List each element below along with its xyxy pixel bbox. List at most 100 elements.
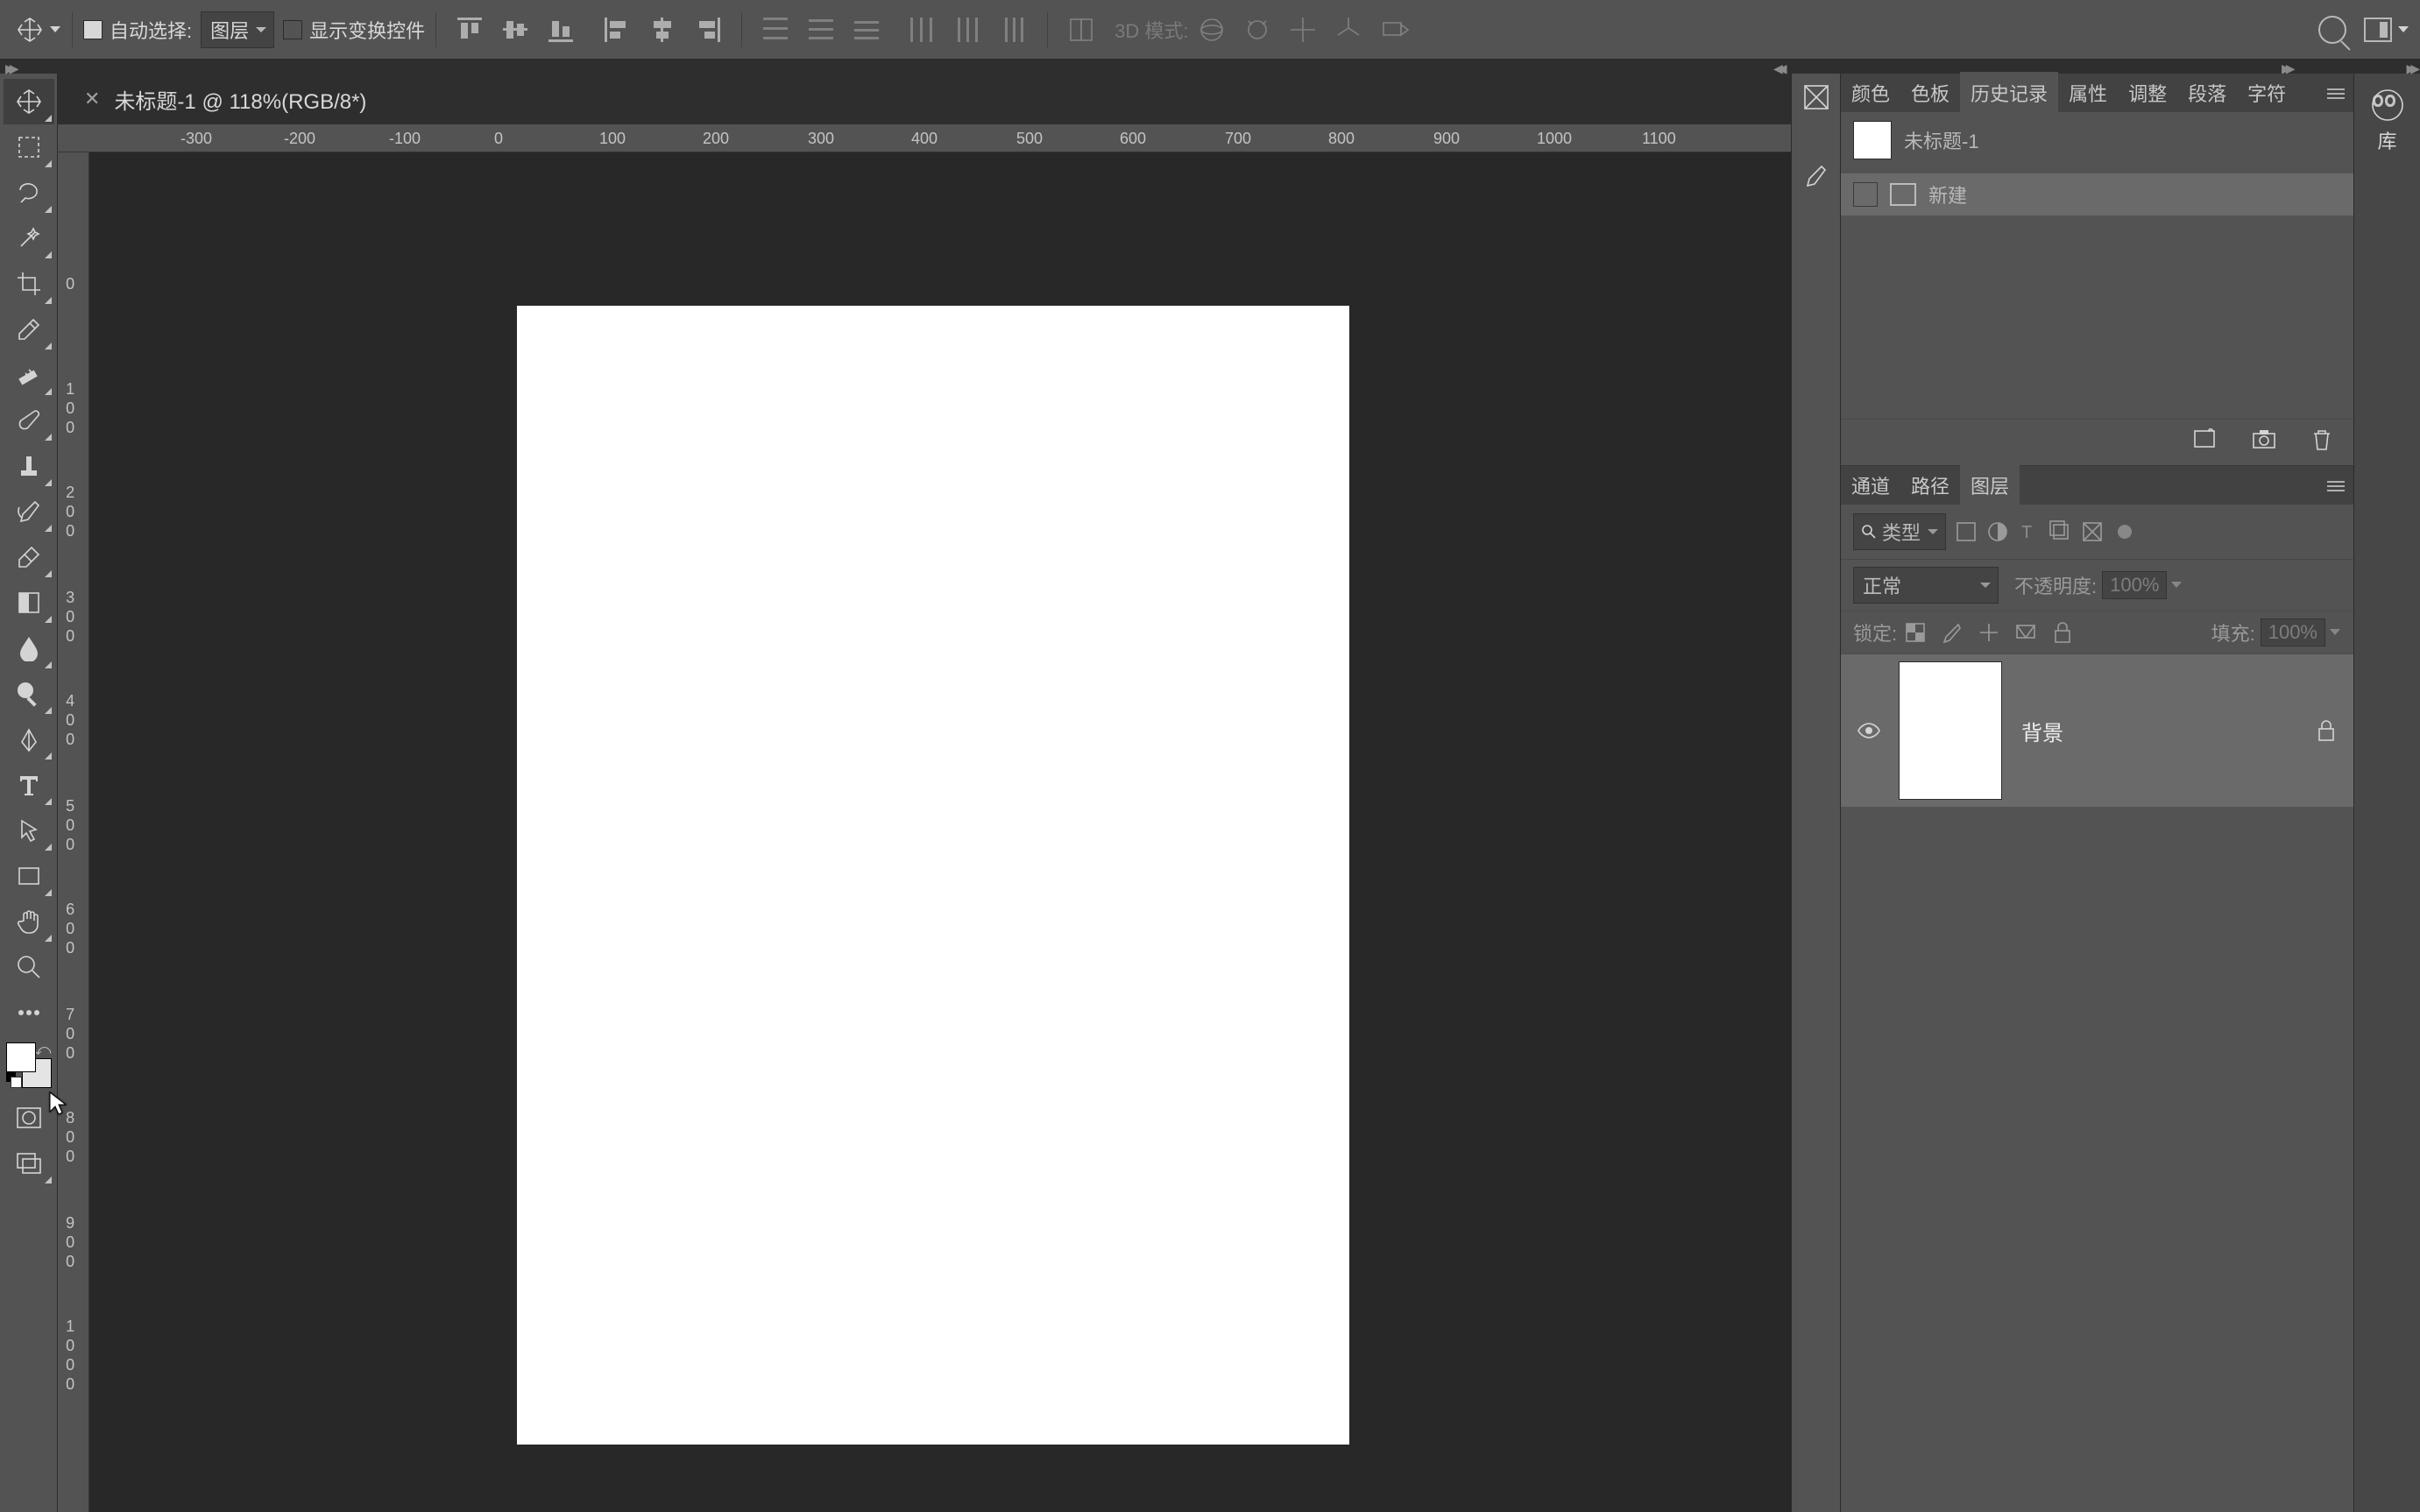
lock-paint-icon[interactable] xyxy=(1941,621,1964,644)
ruler-horizontal[interactable]: -300-200-1000100200300400500600700800900… xyxy=(58,124,1791,152)
panel-tab[interactable]: 字符 xyxy=(2237,72,2296,112)
brush-presets-icon[interactable] xyxy=(1802,163,1830,189)
color-swatches[interactable]: ⤺ xyxy=(4,1041,53,1090)
quick-mask-tool[interactable] xyxy=(4,1095,54,1141)
history-item[interactable]: 新建 xyxy=(1841,173,2353,215)
layer-thumb[interactable] xyxy=(1899,661,2002,800)
mode3d-label: 3D 模式: xyxy=(1114,16,1188,44)
lasso-tool[interactable] xyxy=(4,170,54,215)
panel-menu-icon[interactable] xyxy=(2327,478,2345,494)
distribute-bottom-icon xyxy=(851,14,882,46)
dodge-tool[interactable] xyxy=(4,671,54,717)
clone-stamp-tool[interactable] xyxy=(4,443,54,489)
align-left-icon[interactable] xyxy=(601,14,633,46)
panel-stack: 颜色色板历史记录属性调整段落字符 未标题-1 新建 xyxy=(1840,74,2353,1512)
cc-libraries-icon[interactable] xyxy=(2369,89,2406,121)
panel-tab[interactable]: 历史记录 xyxy=(1960,72,2058,112)
magic-wand-tool[interactable] xyxy=(4,215,54,261)
move-tool[interactable] xyxy=(4,79,54,124)
create-doc-from-state-icon[interactable] xyxy=(2192,428,2217,449)
close-tab-icon[interactable]: ✕ xyxy=(84,88,100,110)
auto-align-icon xyxy=(1065,14,1097,46)
workspace-switcher[interactable] xyxy=(2364,18,2409,42)
toolbar: ⤺ xyxy=(0,74,58,1512)
panel-tab[interactable]: 颜色 xyxy=(1841,72,1900,112)
healing-tool[interactable] xyxy=(4,352,54,398)
library-label[interactable]: 库 xyxy=(2377,126,2396,154)
fill-value[interactable]: 100% xyxy=(2261,618,2325,646)
filter-shape-icon[interactable] xyxy=(2049,520,2072,543)
toolbar-expand-icon[interactable]: ▶▶ xyxy=(5,61,14,76)
filter-type-icon[interactable]: T xyxy=(2018,520,2041,543)
library-dock: 库 xyxy=(2353,74,2420,1512)
pan3d-icon xyxy=(1287,14,1319,46)
default-colors-icon[interactable] xyxy=(6,1072,22,1088)
blend-mode-select[interactable]: 正常 xyxy=(1853,567,1999,604)
canvas[interactable] xyxy=(517,306,1349,1445)
eyedropper-tool[interactable] xyxy=(4,307,54,352)
panel-tab[interactable]: 色板 xyxy=(1900,72,1960,112)
lock-icon[interactable] xyxy=(2315,719,2338,742)
path-select-tool[interactable] xyxy=(4,808,54,853)
panel-tab[interactable]: 路径 xyxy=(1900,464,1960,505)
history-state-box xyxy=(1853,182,1878,207)
layer-filter-select[interactable]: 类型 xyxy=(1853,513,1946,550)
chevron-down-icon[interactable] xyxy=(49,24,61,36)
filter-smart-icon[interactable] xyxy=(2081,520,2104,543)
marquee-tool[interactable] xyxy=(4,124,54,170)
lock-artboard-icon[interactable] xyxy=(2014,621,2037,644)
rectangle-tool[interactable] xyxy=(4,853,54,899)
auto-select-scope[interactable]: 图层 xyxy=(201,11,274,48)
lock-position-icon[interactable] xyxy=(1978,621,2000,644)
panel-tab[interactable]: 通道 xyxy=(1841,464,1900,505)
align-right-icon[interactable] xyxy=(692,14,724,46)
align-vcenter-icon[interactable] xyxy=(499,14,531,46)
history-brush-tool[interactable] xyxy=(4,489,54,534)
layer-item[interactable]: 背景 xyxy=(1841,654,2353,807)
history-item-label: 新建 xyxy=(1928,180,1967,208)
pen-tool[interactable] xyxy=(4,717,54,762)
frame-tool-icon[interactable] xyxy=(1801,82,1831,112)
align-hcenter-icon[interactable] xyxy=(647,14,678,46)
align-top-icon[interactable] xyxy=(454,14,485,46)
panel-tab[interactable]: 图层 xyxy=(1960,464,2020,505)
dock-collapse-icon[interactable]: ◀◀ xyxy=(1773,61,1782,76)
history-document-row[interactable]: 未标题-1 xyxy=(1841,112,2353,168)
eraser-tool[interactable] xyxy=(4,534,54,580)
lib-collapse-icon[interactable]: ▶▶ xyxy=(2406,61,2415,76)
filter-adjust-icon[interactable] xyxy=(1986,520,2009,543)
brush-tool[interactable] xyxy=(4,398,54,443)
panel-menu-icon[interactable] xyxy=(2327,86,2345,102)
edit-toolbar[interactable] xyxy=(4,990,54,1035)
zoom-tool[interactable] xyxy=(4,944,54,990)
gradient-tool[interactable] xyxy=(4,580,54,625)
snapshot-icon[interactable] xyxy=(2252,428,2276,449)
type-tool[interactable] xyxy=(4,762,54,808)
crop-tool[interactable] xyxy=(4,261,54,307)
layer-name[interactable]: 背景 xyxy=(2021,716,2315,746)
foreground-swatch[interactable] xyxy=(6,1042,36,1072)
panel-tab[interactable]: 段落 xyxy=(2177,72,2237,112)
layers-panel: 类型 T 正常 不透明度: 100% 锁定: xyxy=(1841,505,2353,1512)
visibility-icon[interactable] xyxy=(1857,722,1881,739)
lock-all-icon[interactable] xyxy=(2051,621,2074,644)
screen-mode-tool[interactable] xyxy=(4,1141,54,1186)
auto-select-checkbox[interactable]: ✔ 自动选择: xyxy=(83,16,192,44)
canvas-background[interactable] xyxy=(89,152,1791,1512)
filter-toggle[interactable] xyxy=(2118,525,2132,539)
search-icon[interactable] xyxy=(2318,16,2346,44)
filter-pixel-icon[interactable] xyxy=(1955,520,1978,543)
panel-tab[interactable]: 调整 xyxy=(2118,72,2177,112)
show-transform-checkbox[interactable]: 显示变换控件 xyxy=(283,16,425,44)
opacity-value[interactable]: 100% xyxy=(2102,571,2167,599)
panel-tab[interactable]: 属性 xyxy=(2058,72,2118,112)
align-bottom-icon[interactable] xyxy=(545,14,577,46)
swap-colors-icon[interactable]: ⤺ xyxy=(34,1041,51,1059)
lock-transparent-icon[interactable] xyxy=(1904,621,1927,644)
current-tool-icon[interactable] xyxy=(12,12,47,47)
blur-tool[interactable] xyxy=(4,625,54,671)
hand-tool[interactable] xyxy=(4,899,54,944)
trash-icon[interactable] xyxy=(2311,428,2332,451)
document-tab[interactable]: ✕ 未标题-1 @ 118%(RGB/8*) xyxy=(58,74,393,124)
ruler-vertical[interactable]: 01002003004005006007008009001000 xyxy=(58,152,89,1512)
